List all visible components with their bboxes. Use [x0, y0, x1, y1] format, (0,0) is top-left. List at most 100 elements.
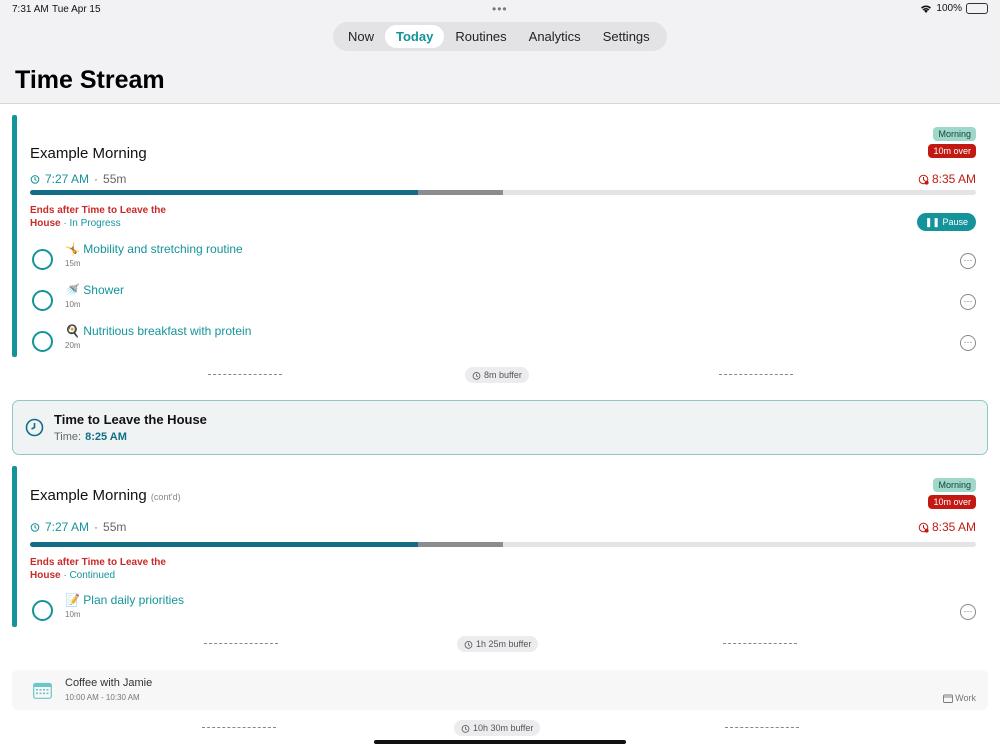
multitasking-dots-icon[interactable]: •••	[492, 2, 508, 16]
routine-end-time: 8:35 AM	[931, 520, 976, 534]
task-row[interactable]: 📝 Plan daily priorities 10m ···	[30, 591, 976, 627]
calendar-source: Work	[943, 693, 976, 703]
routine-accent-bar	[12, 115, 17, 357]
calendar-badge-icon	[943, 694, 954, 703]
routine-start-time: 7:27 AM	[45, 172, 90, 186]
routine-start-time: 7:27 AM	[45, 520, 90, 534]
routine-title: Example Morning	[30, 145, 147, 162]
home-indicator[interactable]	[374, 740, 626, 744]
routine-card[interactable]: Example Morning Morning 10m over 7:27 AM…	[12, 115, 988, 357]
ellipsis-icon[interactable]: ···	[960, 604, 976, 620]
timer-icon	[30, 523, 40, 532]
routine-progress-bar	[30, 542, 976, 547]
page-title: Time Stream	[15, 66, 165, 94]
timer-icon	[464, 640, 473, 649]
task-row[interactable]: 🍳 Nutritious breakfast with protein 20m …	[30, 322, 976, 358]
routine-end-time-row: 8:35 AM	[918, 172, 976, 186]
buffer-row: 10h 30m buffer	[0, 720, 1000, 736]
routine-category-badge: Morning	[933, 478, 976, 492]
buffer-label: 1h 25m buffer	[476, 639, 532, 649]
dashed-line	[202, 727, 276, 728]
alarm-warning-icon	[918, 174, 929, 185]
routine-title: Example Morning	[30, 487, 147, 504]
task-checkbox[interactable]	[32, 600, 53, 621]
dashed-line	[204, 643, 278, 644]
dashed-line	[208, 374, 282, 375]
routine-state: In Progress	[69, 218, 121, 229]
routine-accent-bar	[12, 466, 17, 627]
routine-time-row: 7:27 AM · 55m	[30, 172, 126, 186]
calendar-icon	[33, 682, 52, 699]
routine-end-condition: Ends after Time to Leave the House · Con…	[30, 557, 166, 581]
buffer-row: 8m buffer	[0, 367, 1000, 383]
pause-button[interactable]: ❚❚ Pause	[916, 213, 976, 231]
timeline: Example Morning Morning 10m over 7:27 AM…	[0, 104, 1000, 750]
ends-after-target: House	[30, 218, 61, 229]
task-checkbox[interactable]	[32, 249, 53, 270]
task-name: Shower	[83, 283, 124, 297]
continued-label: (cont'd)	[150, 492, 181, 502]
task-emoji: 📝	[65, 593, 80, 607]
progress-overrun	[417, 542, 503, 547]
buffer-label: 8m buffer	[484, 370, 522, 380]
ends-after-target: House	[30, 570, 61, 581]
buffer-row: 1h 25m buffer	[0, 636, 1000, 652]
overtime-badge: 10m over	[928, 144, 976, 158]
task-emoji: 🤸	[65, 242, 80, 256]
routine-card[interactable]: Example Morning (cont'd) Morning 10m ove…	[12, 466, 988, 627]
timer-icon	[461, 724, 470, 733]
buffer-pill: 1h 25m buffer	[457, 636, 539, 652]
buffer-pill: 10h 30m buffer	[454, 720, 541, 736]
ellipsis-icon[interactable]: ···	[960, 253, 976, 269]
task-row[interactable]: 🚿 Shower 10m ···	[30, 281, 976, 317]
task-duration: 20m	[65, 341, 81, 350]
ends-after-text: Ends after Time to Leave the	[30, 557, 166, 568]
calendar-event-title: Coffee with Jamie	[65, 677, 153, 689]
separator-dot: ·	[94, 172, 99, 186]
task-name: Plan daily priorities	[83, 593, 185, 607]
battery-icon	[966, 3, 988, 14]
routine-end-condition: Ends after Time to Leave the House · In …	[30, 205, 166, 229]
tab-today[interactable]: Today	[385, 25, 445, 48]
task-checkbox[interactable]	[32, 331, 53, 352]
timed-event-time-label: Time:	[54, 431, 82, 443]
tab-now[interactable]: Now	[337, 25, 385, 48]
timer-icon	[30, 175, 40, 184]
task-duration: 10m	[65, 300, 81, 309]
ends-after-text: Ends after Time to Leave the	[30, 205, 166, 216]
buffer-pill: 8m buffer	[465, 367, 529, 383]
routine-category-badge: Morning	[933, 127, 976, 141]
timed-event-time: 8:25 AM	[85, 431, 127, 443]
task-duration: 10m	[65, 610, 81, 619]
timer-icon	[472, 371, 481, 380]
task-row[interactable]: 🤸 Mobility and stretching routine 15m ··…	[30, 240, 976, 276]
calendar-event-card[interactable]: Coffee with Jamie 10:00 AM - 10:30 AM Wo…	[12, 670, 988, 710]
battery-percent: 100%	[936, 3, 962, 14]
routine-end-time: 8:35 AM	[931, 172, 976, 186]
progress-elapsed	[30, 542, 418, 547]
tab-routines[interactable]: Routines	[444, 25, 517, 48]
timed-event-card[interactable]: Time to Leave the House Time: 8:25 AM	[12, 400, 988, 455]
task-name: Mobility and stretching routine	[83, 242, 243, 256]
pause-icon: ❚❚	[924, 217, 940, 227]
overtime-badge: 10m over	[928, 495, 976, 509]
tab-settings[interactable]: Settings	[592, 25, 661, 48]
routine-duration: 55m	[103, 520, 127, 534]
progress-overrun	[417, 190, 503, 195]
ellipsis-icon[interactable]: ···	[960, 335, 976, 351]
separator-dot: ·	[94, 520, 99, 534]
task-name: Nutritious breakfast with protein	[83, 324, 252, 338]
tab-analytics[interactable]: Analytics	[518, 25, 592, 48]
task-checkbox[interactable]	[32, 290, 53, 311]
timed-event-title: Time to Leave the House	[54, 412, 207, 427]
segmented-tab-bar: Now Today Routines Analytics Settings	[333, 22, 667, 51]
routine-end-time-row: 8:35 AM	[918, 520, 976, 534]
routine-time-row: 7:27 AM · 55m	[30, 520, 126, 534]
buffer-label: 10h 30m buffer	[473, 723, 534, 733]
routine-duration: 55m	[103, 172, 127, 186]
ellipsis-icon[interactable]: ···	[960, 294, 976, 310]
status-date: Tue Apr 15	[52, 4, 101, 15]
clock-icon	[25, 418, 44, 437]
status-bar: 7:31 AM Tue Apr 15 ••• 100%	[0, 0, 1000, 20]
dashed-line	[723, 643, 797, 644]
